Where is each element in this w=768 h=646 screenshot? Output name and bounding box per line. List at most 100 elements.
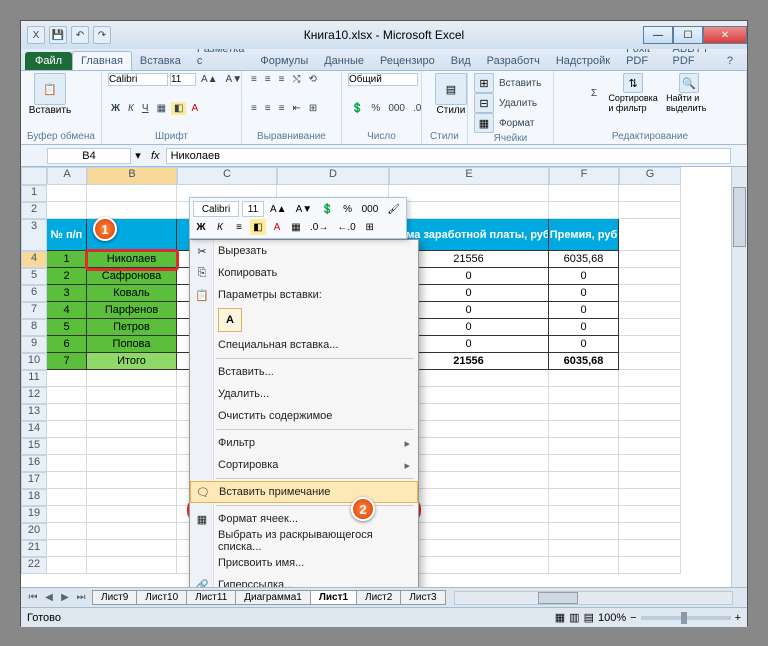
ctx-define-name[interactable]: Присвоить имя... [190,552,418,574]
row-header[interactable]: 8 [21,319,47,336]
ctx-paste-option-a[interactable]: A [218,308,242,332]
mt-font-name[interactable]: Calibri [193,201,239,217]
paste-button[interactable]: 📋 Вставить [27,73,73,116]
sheet-tab[interactable]: Лист9 [92,590,137,605]
wrap-text-icon[interactable]: ⟲ [305,73,319,86]
maximize-button[interactable]: ☐ [673,26,703,44]
ctx-sort[interactable]: Сортировка▸ [190,454,418,476]
close-button[interactable]: ✕ [703,26,747,44]
view-break-icon[interactable]: ▤ [584,611,594,624]
mt-font-color-icon[interactable]: A [269,219,285,235]
mt-format-painter-icon[interactable]: 🖌 [384,201,403,217]
minimize-button[interactable]: — [643,26,673,44]
insert-cells-icon[interactable]: ⊞ [474,73,494,93]
ctx-pick-from-list[interactable]: Выбрать из раскрывающегося списка... [190,530,418,552]
mt-border-icon[interactable]: ▦ [288,219,304,235]
sheet-nav-next-icon[interactable]: ▶ [57,592,73,603]
tab-home[interactable]: Главная [72,51,132,70]
col-header-f[interactable]: F [549,167,619,185]
sheet-tab[interactable]: Лист11 [186,590,236,605]
mt-decimal-dec-icon[interactable]: ←.0 [334,219,358,235]
ctx-cut[interactable]: ✂Вырезать [190,240,418,262]
number-format-select[interactable] [348,73,418,86]
horizontal-scrollbar[interactable] [454,591,733,605]
tab-view[interactable]: Вид [443,52,479,70]
mt-currency-icon[interactable]: 💲 [318,201,336,217]
align-center-icon[interactable]: ≡ [262,102,274,115]
ctx-insert[interactable]: Вставить... [190,361,418,383]
mt-percent-icon[interactable]: % [340,201,356,217]
zoom-level[interactable]: 100% [598,612,626,624]
col-header-c[interactable]: C [177,167,277,185]
row-header[interactable]: 5 [21,268,47,285]
font-color-icon[interactable]: A [188,102,201,115]
col-header-g[interactable]: G [619,167,681,185]
scroll-thumb[interactable] [733,187,746,247]
sheet-nav-prev-icon[interactable]: ◀ [41,592,57,603]
col-header-a[interactable]: A [47,167,87,185]
delete-cells-icon[interactable]: ⊟ [474,93,494,113]
autosum-icon[interactable]: Σ [588,87,600,100]
row-header[interactable]: 4 [21,251,47,268]
vertical-scrollbar[interactable] [731,167,747,587]
sheet-tab[interactable]: Лист3 [400,590,445,605]
mt-decimal-inc-icon[interactable]: .0→ [307,219,331,235]
row-header[interactable]: 10 [21,353,47,370]
name-box[interactable]: B4 [47,148,131,164]
align-top-icon[interactable]: ≡ [248,73,260,86]
sheet-tab[interactable]: Диаграмма1 [235,590,311,605]
scroll-thumb[interactable] [538,592,578,604]
border-icon[interactable]: ▦ [154,102,169,115]
align-bottom-icon[interactable]: ≡ [276,73,288,86]
row-header[interactable]: 2 [21,202,47,219]
tab-review[interactable]: Рецензиро [372,52,443,70]
align-left-icon[interactable]: ≡ [248,102,260,115]
mt-bold-button[interactable]: Ж [193,219,209,235]
mt-font-size[interactable]: 11 [242,201,264,217]
tab-insert[interactable]: Вставка [132,52,189,70]
row-header[interactable]: 9 [21,336,47,353]
sheet-tab[interactable]: Лист10 [136,590,187,605]
mt-grow-font-icon[interactable]: A▲ [267,201,290,217]
row-header[interactable]: 6 [21,285,47,302]
comma-icon[interactable]: 000 [385,102,408,115]
select-all-box[interactable] [21,167,47,185]
col-header-b[interactable]: B [87,167,177,185]
align-right-icon[interactable]: ≡ [276,102,288,115]
fill-color-icon[interactable]: ◧ [171,102,186,115]
bold-button[interactable]: Ж [108,102,123,115]
ctx-delete[interactable]: Удалить... [190,383,418,405]
namebox-dropdown-icon[interactable]: ▾ [131,149,145,162]
redo-icon[interactable]: ↷ [93,26,111,44]
header-bonus[interactable]: Премия, руб [549,219,619,251]
currency-icon[interactable]: 💲 [348,102,366,115]
undo-icon[interactable]: ↶ [71,26,89,44]
tab-file[interactable]: Файл [25,52,72,70]
sheet-tab[interactable]: Лист2 [356,590,401,605]
save-icon[interactable]: 💾 [49,26,67,44]
find-select-button[interactable]: 🔍 Найти и выделить [666,73,712,113]
col-header-d[interactable]: D [277,167,389,185]
ctx-copy[interactable]: ⎘Копировать [190,262,418,284]
zoom-out-button[interactable]: − [630,612,636,624]
sheet-tab-active[interactable]: Лист1 [310,590,357,605]
row-header[interactable]: 1 [21,185,47,202]
format-cells-icon[interactable]: ▦ [474,113,494,133]
mt-merge-icon[interactable]: ⊞ [362,219,378,235]
mt-fill-color-icon[interactable]: ◧ [250,219,266,235]
zoom-slider[interactable] [641,616,731,620]
row-header[interactable]: 7 [21,302,47,319]
indent-dec-icon[interactable]: ⇤ [289,102,303,115]
view-normal-icon[interactable]: ▦ [555,611,565,624]
zoom-in-button[interactable]: + [735,612,741,624]
row-header[interactable]: 3 [21,219,47,251]
align-middle-icon[interactable]: ≡ [262,73,274,86]
ctx-clear[interactable]: Очистить содержимое [190,405,418,427]
tab-addins[interactable]: Надстройк [548,52,618,70]
ctx-format-cells[interactable]: ▦Формат ячеек... [190,508,418,530]
italic-button[interactable]: К [125,102,137,115]
underline-button[interactable]: Ч [139,102,152,115]
formula-input[interactable]: Николаев [166,148,731,164]
sort-filter-button[interactable]: ⇅ Сортировка и фильтр [610,73,656,113]
percent-icon[interactable]: % [368,102,383,115]
